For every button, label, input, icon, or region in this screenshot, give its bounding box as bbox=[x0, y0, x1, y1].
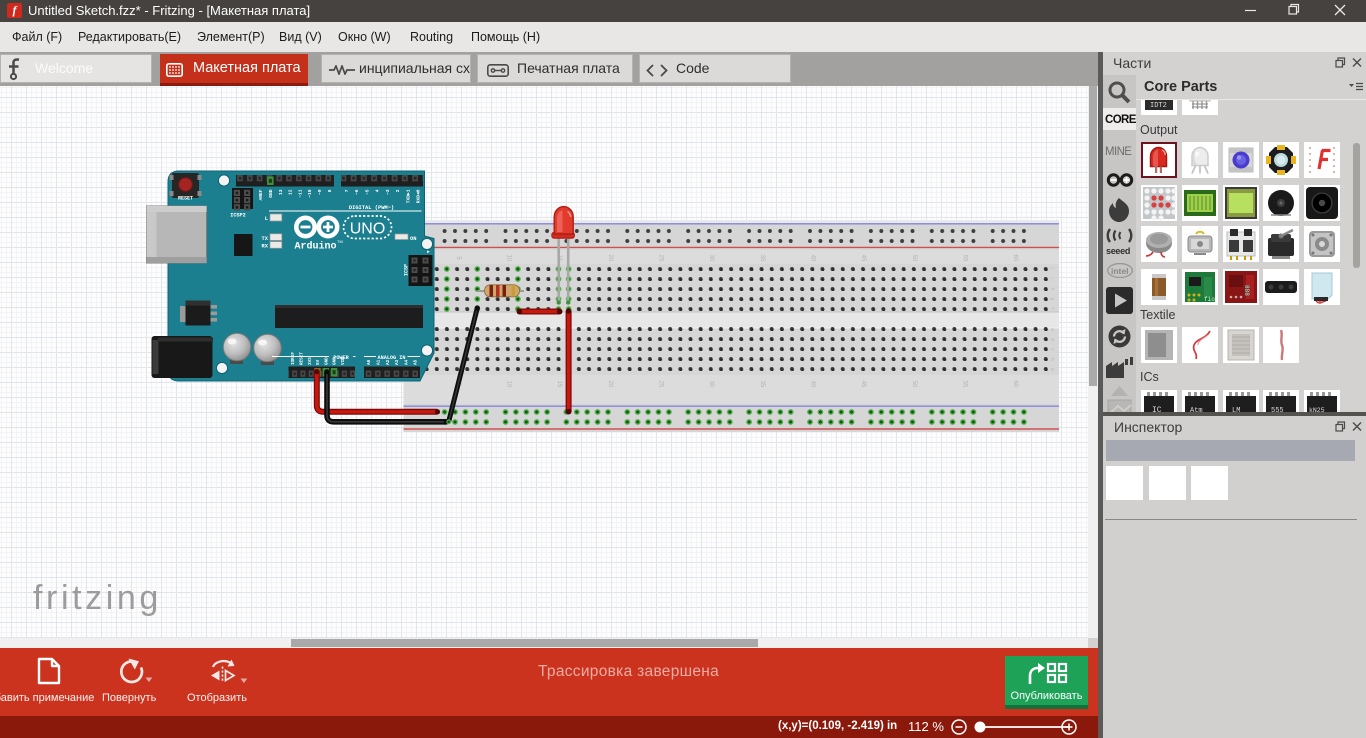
svg-text:~11: ~11 bbox=[297, 189, 303, 198]
svg-text:12: 12 bbox=[288, 189, 294, 195]
svg-text:RESET: RESET bbox=[178, 196, 193, 202]
svg-text:50: 50 bbox=[911, 381, 917, 388]
svg-text:7: 7 bbox=[344, 189, 350, 192]
svg-text:►: ► bbox=[427, 250, 430, 255]
svg-text:d: d bbox=[1049, 338, 1055, 341]
svg-text:50: 50 bbox=[911, 255, 917, 262]
svg-text:~6: ~6 bbox=[354, 189, 360, 195]
svg-text:15: 15 bbox=[556, 381, 562, 388]
svg-text:seeed: seeed bbox=[1106, 246, 1130, 256]
svg-text:e: e bbox=[1049, 328, 1055, 331]
svg-text:25: 25 bbox=[658, 381, 664, 388]
svg-text:A0: A0 bbox=[367, 359, 372, 365]
svg-text:25: 25 bbox=[658, 255, 664, 262]
svg-text:intel: intel bbox=[1111, 266, 1128, 276]
svg-text:4: 4 bbox=[375, 189, 381, 192]
svg-text:RESET: RESET bbox=[300, 352, 305, 365]
svg-text:GND: GND bbox=[324, 357, 329, 365]
svg-text:~10: ~10 bbox=[307, 189, 313, 198]
svg-text:TX: TX bbox=[262, 236, 269, 242]
svg-text:IOREF: IOREF bbox=[291, 352, 296, 365]
svg-text:AREF: AREF bbox=[258, 189, 264, 200]
svg-text:ON: ON bbox=[410, 236, 416, 242]
svg-text:35: 35 bbox=[759, 381, 765, 388]
svg-text:45: 45 bbox=[860, 381, 866, 388]
svg-text:~3: ~3 bbox=[385, 189, 391, 195]
svg-text:TM: TM bbox=[337, 239, 343, 244]
svg-text:VIN: VIN bbox=[341, 357, 346, 365]
svg-text:j: j bbox=[1049, 267, 1055, 269]
svg-text:UNO: UNO bbox=[350, 221, 386, 238]
svg-text:DIGITAL (PWM~): DIGITAL (PWM~) bbox=[349, 205, 394, 211]
svg-text:b: b bbox=[1049, 358, 1055, 361]
svg-text:L: L bbox=[265, 216, 268, 222]
svg-text:i: i bbox=[1049, 278, 1055, 279]
svg-text:A4: A4 bbox=[404, 359, 409, 365]
svg-text:10: 10 bbox=[506, 381, 512, 388]
svg-text:IDT2: IDT2 bbox=[1150, 102, 1167, 110]
svg-text:888: 888 bbox=[1243, 285, 1250, 296]
svg-text:8: 8 bbox=[327, 189, 333, 192]
svg-text:3V3: 3V3 bbox=[308, 357, 313, 365]
svg-text:30: 30 bbox=[708, 381, 714, 388]
svg-text:60: 60 bbox=[1012, 381, 1018, 388]
svg-text:ICSP2: ICSP2 bbox=[230, 213, 246, 219]
svg-text:GND: GND bbox=[333, 357, 338, 365]
svg-text:~9: ~9 bbox=[317, 189, 323, 195]
svg-text:GND: GND bbox=[268, 189, 274, 198]
svg-text:A1: A1 bbox=[377, 359, 382, 365]
svg-text:~5: ~5 bbox=[364, 189, 370, 195]
svg-text:TXD►1: TXD►1 bbox=[405, 189, 411, 203]
svg-text:Arduino: Arduino bbox=[295, 240, 337, 252]
svg-text:45: 45 bbox=[860, 255, 866, 262]
svg-text:A3: A3 bbox=[395, 359, 400, 365]
svg-text:13: 13 bbox=[278, 189, 284, 195]
svg-text:RX: RX bbox=[262, 244, 269, 250]
svg-text:A5: A5 bbox=[414, 359, 419, 365]
svg-text:55: 55 bbox=[962, 255, 968, 262]
svg-text:20: 20 bbox=[607, 255, 613, 262]
svg-text:ICSP: ICSP bbox=[404, 264, 410, 276]
svg-text:5V: 5V bbox=[316, 359, 321, 365]
svg-text:10: 10 bbox=[506, 255, 512, 262]
svg-text:A2: A2 bbox=[386, 359, 391, 365]
svg-text:60: 60 bbox=[1012, 255, 1018, 262]
svg-text:30: 30 bbox=[708, 255, 714, 262]
svg-text:55: 55 bbox=[962, 381, 968, 388]
svg-text:2: 2 bbox=[395, 189, 401, 192]
svg-text:RXD◄0: RXD◄0 bbox=[416, 189, 422, 203]
svg-text:g: g bbox=[1049, 298, 1055, 301]
svg-text:40: 40 bbox=[810, 255, 816, 262]
svg-text:fio: fio bbox=[1204, 296, 1215, 303]
svg-text:35: 35 bbox=[759, 255, 765, 262]
svg-text:40: 40 bbox=[810, 381, 816, 388]
svg-text:ANALOG IN: ANALOG IN bbox=[377, 355, 405, 361]
svg-text:a: a bbox=[1049, 368, 1055, 371]
svg-text:20: 20 bbox=[607, 381, 613, 388]
svg-text:h: h bbox=[1049, 288, 1055, 291]
